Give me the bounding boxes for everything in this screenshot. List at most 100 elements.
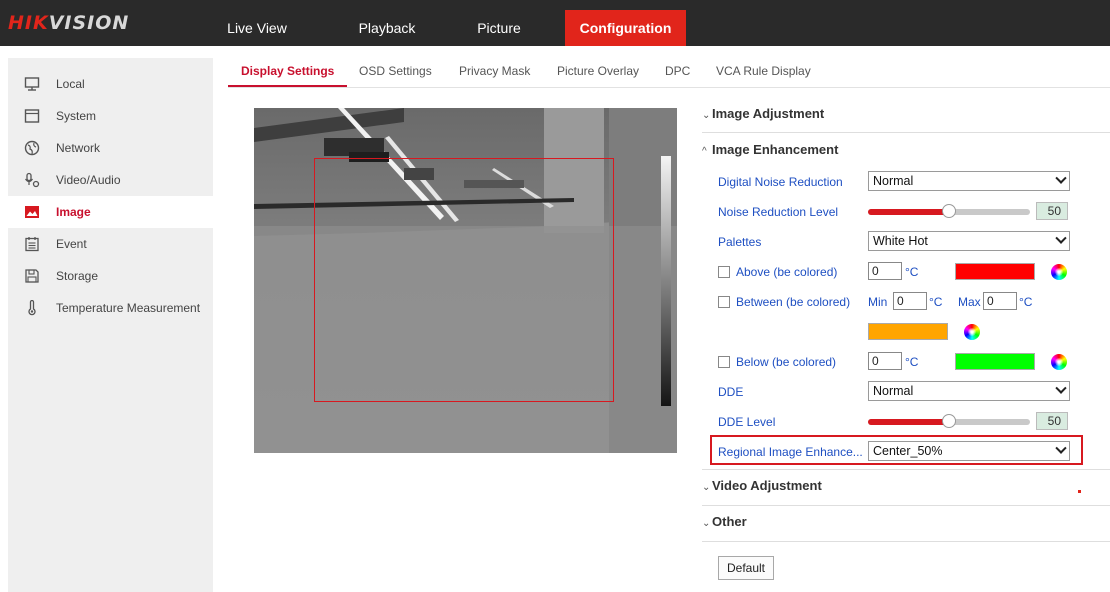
slider-thumb[interactable] [942,204,956,218]
app-root: HIK VISION Live View Playback Picture Con… [0,0,1110,592]
label-above: Above (be colored) [736,265,838,279]
slider-thumb[interactable] [942,414,956,428]
sidebar-item-storage[interactable]: Storage [8,260,213,292]
tab-dpc[interactable]: DPC [665,56,690,86]
color-wheel-icon[interactable] [1051,264,1067,280]
slider-fill [868,419,949,425]
chevron-down-icon [1055,172,1067,184]
calendar-icon [24,236,40,252]
select-palettes[interactable]: White Hot [868,231,1070,251]
swatch-above[interactable] [955,263,1035,280]
input-above-temp[interactable]: 0 [868,262,902,280]
nav-live-view[interactable]: Live View [213,10,301,46]
sidebar-label-system: System [56,109,97,123]
default-button[interactable]: Default [718,556,774,580]
checkbox-between[interactable] [718,296,730,308]
section-image-enhancement[interactable]: ^ Image Enhancement [702,132,1110,168]
sidebar: Local System Network Video/Audio Image E… [8,58,213,592]
thermal-video-preview[interactable] [254,108,677,453]
sidebar-label-event: Event [56,237,87,251]
swatch-below[interactable] [955,353,1035,370]
color-wheel-icon[interactable] [1051,354,1067,370]
floppy-icon [24,268,40,284]
label-max: Max [958,295,981,309]
select-digital-noise-reduction[interactable]: Normal [868,171,1070,191]
label-digital-noise-reduction: Digital Noise Reduction [718,175,843,189]
monitor-icon [24,76,40,92]
microphone-icon [24,172,40,188]
label-min: Min [868,295,888,309]
label-palettes: Palettes [718,235,762,249]
red-marker [1078,490,1081,493]
sidebar-item-video-audio[interactable]: Video/Audio [8,164,213,196]
sidebar-item-local[interactable]: Local [8,68,213,100]
label-between: Between (be colored) [736,295,851,309]
chevron-down-icon: ⌄ [702,518,711,529]
select-value: Center_50% [873,444,943,458]
settings-panel: ⌄ Image Adjustment ^ Image Enhancement Dig… [702,96,1110,592]
select-dde[interactable]: Normal [868,381,1070,401]
section-title-video-adjustment: Video Adjustment [712,478,822,493]
logo-part-hik: HIK [8,12,49,34]
window-icon [24,108,40,124]
row-dde: DDE Normal [718,381,1108,403]
select-value: Normal [873,174,914,188]
sidebar-label-local: Local [56,77,85,91]
tab-picture-overlay[interactable]: Picture Overlay [557,56,639,86]
label-dde: DDE [718,385,744,399]
sidebar-item-event[interactable]: Event [8,228,213,260]
select-value: White Hot [873,234,928,248]
color-wheel-icon[interactable] [964,324,980,340]
row-regional-image-enhancement: Regional Image Enhance... Center_50% [718,441,1108,463]
slider-noise-reduction-level[interactable] [868,204,1030,218]
value-dde-level[interactable]: 50 [1036,412,1068,430]
section-title-other: Other [712,514,747,529]
tab-display-settings[interactable]: Display Settings [241,56,334,86]
sidebar-item-network[interactable]: Network [8,132,213,164]
unit-min: °C [929,295,943,309]
slider-dde-level[interactable] [868,414,1030,428]
top-bar: HIK VISION Live View Playback Picture Con… [0,0,1110,46]
sidebar-label-storage: Storage [56,269,99,283]
section-image-adjustment[interactable]: ⌄ Image Adjustment [702,96,1110,132]
section-title-image-adjustment: Image Adjustment [712,106,825,121]
checkbox-below[interactable] [718,356,730,368]
sidebar-item-image[interactable]: Image [8,196,213,228]
chevron-down-icon [1055,442,1067,454]
row-digital-noise-reduction: Digital Noise Reduction Normal [718,171,1108,193]
input-max-temp[interactable]: 0 [983,292,1017,310]
unit-below: °C [905,355,919,369]
tab-osd-settings[interactable]: OSD Settings [359,56,432,86]
nav-configuration[interactable]: Configuration [565,10,686,46]
image-icon [24,204,40,220]
value-noise-reduction-level[interactable]: 50 [1036,202,1068,220]
tab-privacy-mask[interactable]: Privacy Mask [459,56,530,86]
section-video-adjustment[interactable]: ⌄ Video Adjustment [702,468,1110,504]
unit-max: °C [1019,295,1033,309]
tab-vca-rule-display[interactable]: VCA Rule Display [716,56,811,86]
select-regional-image-enhancement[interactable]: Center_50% [868,441,1070,461]
hikvision-logo: HIK VISION [8,10,129,36]
sidebar-item-system[interactable]: System [8,100,213,132]
checkbox-above[interactable] [718,266,730,278]
swatch-between[interactable] [868,323,948,340]
input-below-temp[interactable]: 0 [868,352,902,370]
section-other[interactable]: ⌄ Other [702,504,1110,540]
nav-playback[interactable]: Playback [333,10,441,46]
input-min-temp[interactable]: 0 [893,292,927,310]
select-value: Normal [873,384,914,398]
subtab-divider [228,87,1110,88]
sidebar-item-temperature-measurement[interactable]: Temperature Measurement [8,292,213,324]
sidebar-label-temperature-measurement: Temperature Measurement [56,301,201,315]
row-between-colored: Between (be colored) Min 0 °C Max 0 °C [718,291,1108,313]
nav-picture[interactable]: Picture [453,10,545,46]
region-of-interest-box[interactable] [314,158,614,402]
sidebar-label-network: Network [56,141,101,155]
chevron-up-icon: ^ [702,146,707,157]
label-regional-image-enhancement: Regional Image Enhance... [718,445,863,459]
sidebar-label-video-audio: Video/Audio [56,173,121,187]
section-title-image-enhancement: Image Enhancement [712,142,839,157]
divider [702,541,1110,542]
unit-above: °C [905,265,919,279]
chevron-down-icon: ⌄ [702,110,711,121]
